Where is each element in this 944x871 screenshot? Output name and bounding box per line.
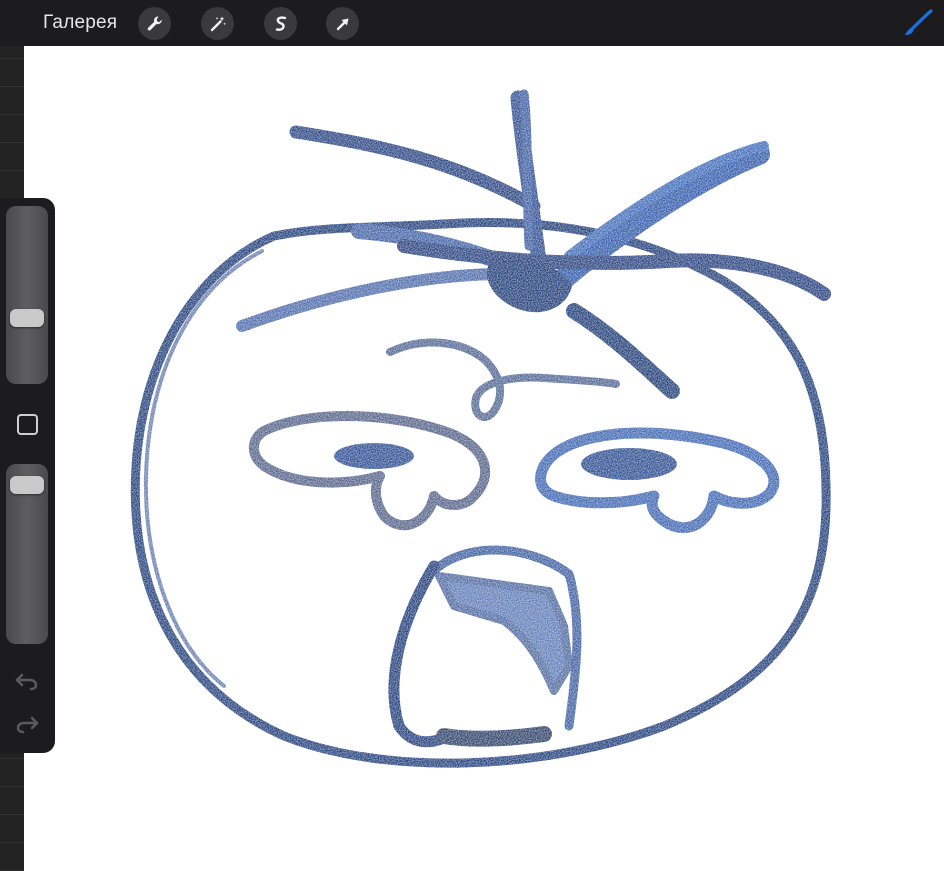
brow-curl	[386, 338, 620, 421]
tomato-sketch	[130, 89, 831, 768]
opacity-slider[interactable]	[6, 464, 48, 644]
gallery-button[interactable]: Галерея	[43, 12, 117, 34]
undo-arrow-icon	[15, 673, 38, 691]
right-pupil	[581, 448, 677, 480]
selection-s-icon	[275, 15, 286, 31]
actions-wrench-button[interactable]	[138, 7, 171, 40]
brush-size-slider[interactable]	[6, 206, 48, 384]
selection-button[interactable]	[264, 7, 297, 40]
brush-icon	[905, 9, 933, 35]
mouth-inner	[435, 572, 573, 695]
modify-button square-outline-icon[interactable]	[17, 414, 38, 435]
magic-wand-icon	[210, 16, 226, 31]
brush-side-panel	[0, 198, 55, 753]
leaf-left-top	[289, 125, 541, 213]
undo-button[interactable]	[14, 670, 40, 692]
left-eye-outline	[248, 411, 491, 531]
right-eye-outline	[535, 427, 780, 534]
left-pupil	[334, 443, 414, 469]
redo-button[interactable]	[14, 713, 40, 735]
redo-arrow-icon	[16, 716, 39, 734]
leaf-left-long	[236, 268, 500, 332]
leaf-right	[538, 143, 770, 302]
arrow-cursor-icon	[336, 18, 348, 30]
top-toolbar: Галерея	[0, 0, 944, 46]
transform-button[interactable]	[326, 7, 359, 40]
brush-size-thumb[interactable]	[10, 308, 44, 327]
wrench-icon	[147, 15, 162, 30]
drawing-canvas[interactable]	[24, 46, 944, 871]
leaf-stem-top	[519, 89, 534, 251]
adjustments-button[interactable]	[201, 7, 234, 40]
brush-tool-button[interactable]	[900, 8, 934, 40]
mouth-lower-lip	[436, 726, 552, 747]
mouth-left-side	[388, 560, 450, 748]
opacity-thumb[interactable]	[10, 475, 44, 494]
